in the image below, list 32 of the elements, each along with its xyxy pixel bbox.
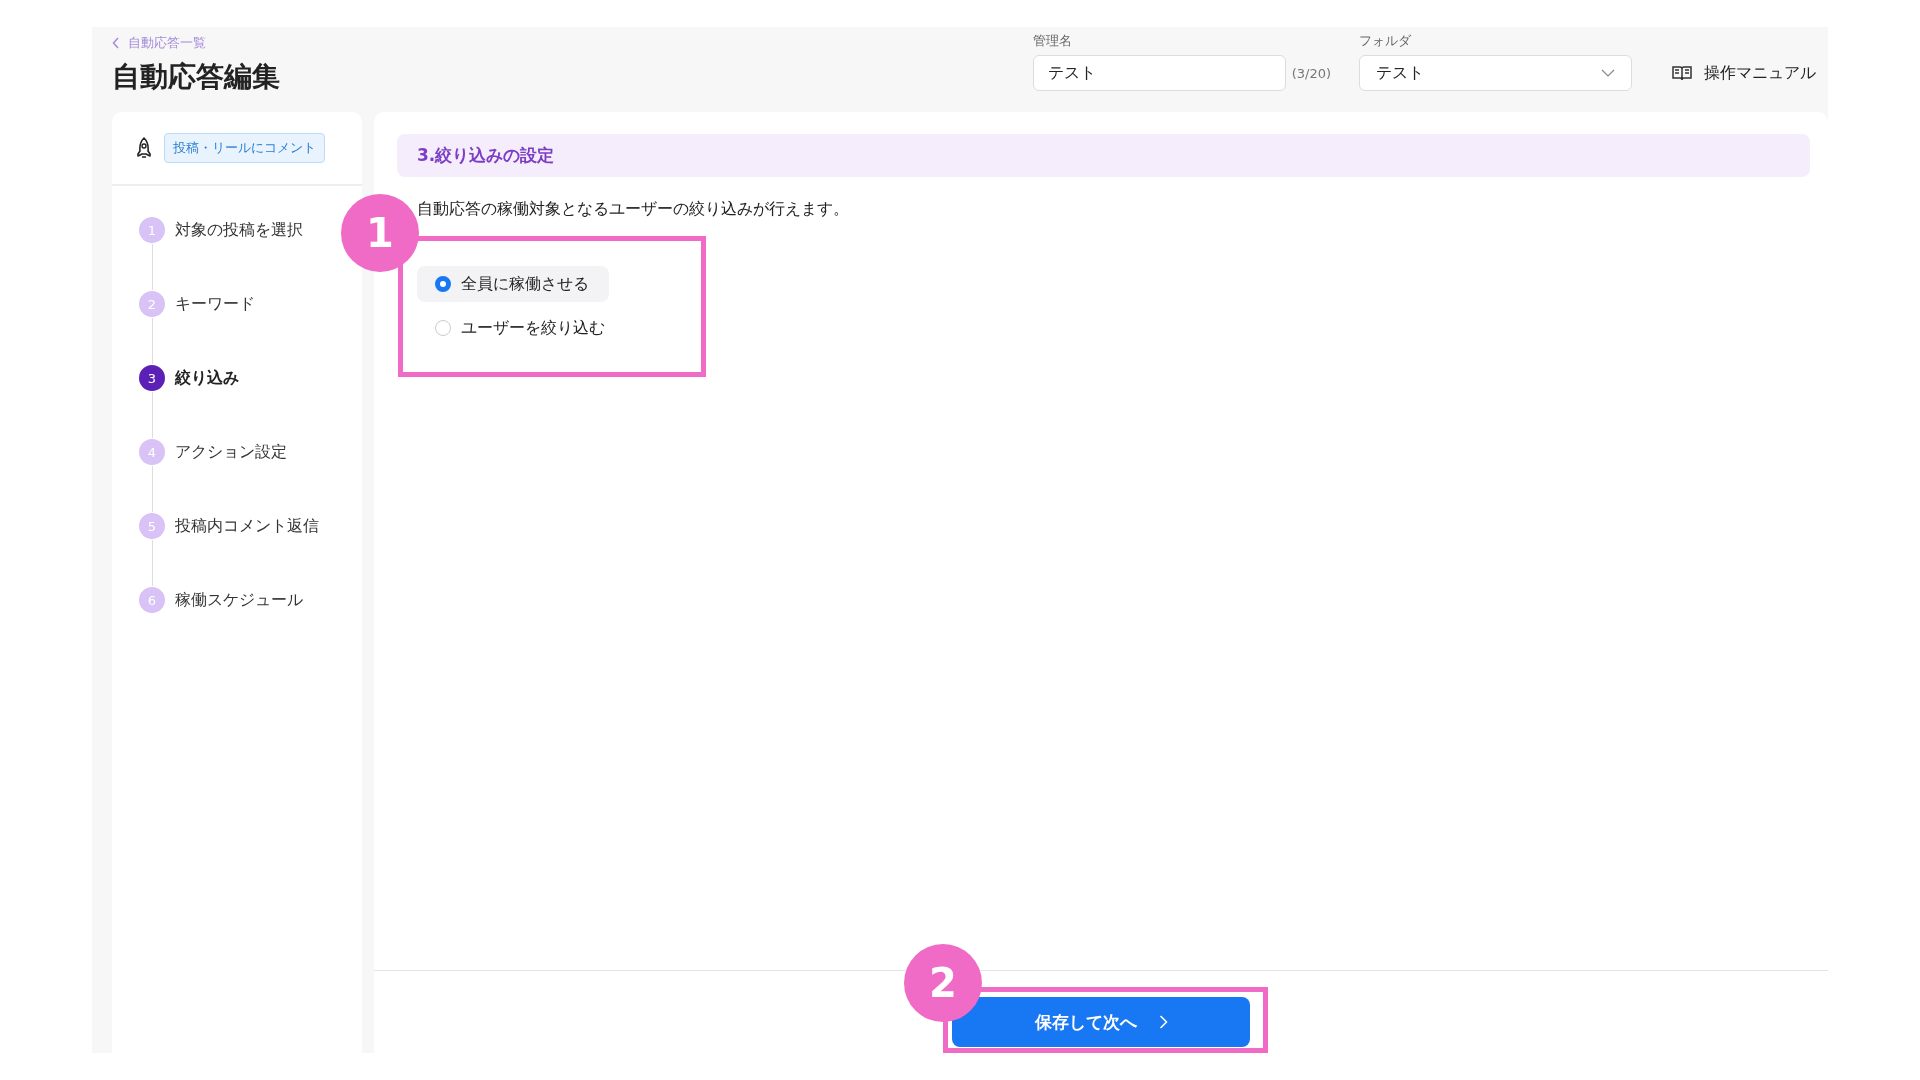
save-next-button[interactable]: 保存して次へ [952,997,1250,1047]
radio-option[interactable]: 全員に稼働させる [417,266,609,302]
step-number: 4 [139,439,165,465]
open-book-icon [1672,65,1692,81]
step-number: 5 [139,513,165,539]
step-item[interactable]: 5 投稿内コメント返信 [139,512,319,540]
step-number: 6 [139,587,165,613]
folder-dropdown[interactable]: テスト [1359,55,1632,91]
chevron-right-icon [1158,1015,1168,1029]
name-input-field[interactable]: テスト [1032,55,1286,91]
character-counter: (3/20) [1291,65,1331,81]
step-item[interactable]: 2 キーワード [139,290,255,318]
rocket-icon [134,137,154,159]
radio-button[interactable] [435,320,451,336]
section-header: 3.絞り込みの設定 [397,134,1810,177]
trigger-tag: 投稿・リールにコメント [164,133,325,163]
step-item[interactable]: 1 対象の投稿を選択 [139,216,303,244]
radio-button[interactable] [435,276,451,292]
step-item[interactable]: 6 稼働スケジュール [139,586,303,614]
manual-link[interactable]: 操作マニュアル [1672,55,1816,91]
page-title: 自動応答編集 [112,59,280,95]
field-label: 管理名 [1032,32,1073,50]
section-description: 自動応答の稼働対象となるユーザーの絞り込みが行えます。 [417,199,850,220]
step-item[interactable]: 3 絞り込み [139,364,239,392]
field-label: フォルダ [1359,32,1412,50]
step-number: 2 [139,291,165,317]
radio-option[interactable]: ユーザーを絞り込む [417,310,625,346]
step-number: 1 [139,217,165,243]
step-number: 3 [139,365,165,391]
step-item[interactable]: 4 アクション設定 [139,438,287,466]
chevron-left-icon [112,37,120,49]
chevron-down-icon [1601,69,1615,77]
